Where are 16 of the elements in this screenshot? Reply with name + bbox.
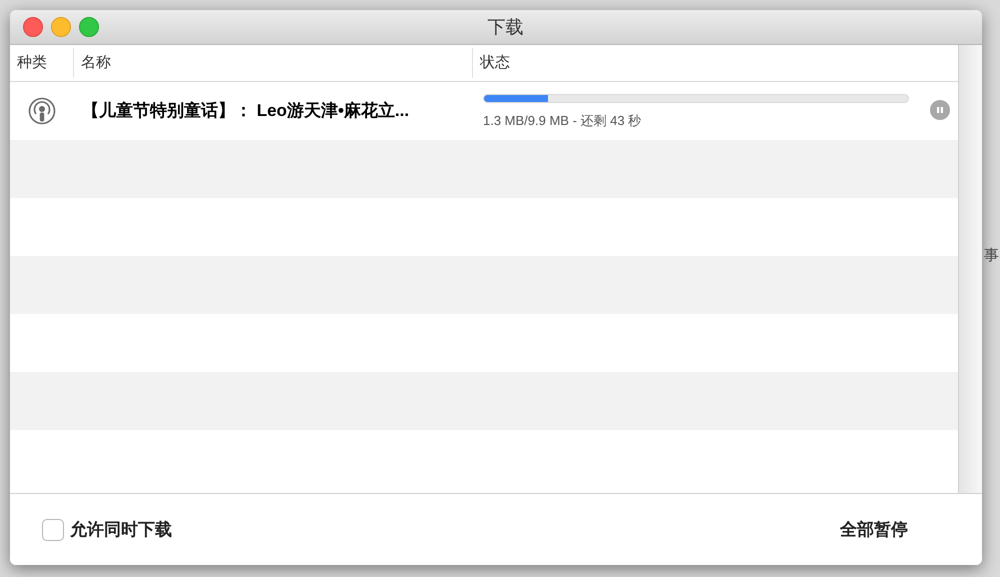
pause-icon	[936, 106, 944, 114]
column-header[interactable]: 种类	[17, 52, 47, 74]
pause-all-button[interactable]: 全部暂停	[836, 516, 912, 542]
column-header[interactable]: 名称	[81, 52, 111, 74]
pause-button[interactable]	[930, 100, 950, 120]
podcast-icon	[28, 97, 56, 125]
checkbox-label: 允许同时下载	[70, 518, 172, 541]
close-button[interactable]	[23, 17, 43, 37]
zoom-button[interactable]	[79, 17, 99, 37]
minimize-button[interactable]	[51, 17, 71, 37]
background-text: 事	[984, 248, 999, 263]
episode-title: 【儿童节特别童话】： Leo游天津•麻花立...	[82, 101, 410, 120]
column-header[interactable]: 状态	[480, 52, 510, 74]
window-title: 下载	[488, 16, 524, 36]
checkbox[interactable]	[42, 518, 64, 540]
download-status: 1.3 MB/9.9 MB - 还剩 43 秒	[483, 112, 642, 130]
